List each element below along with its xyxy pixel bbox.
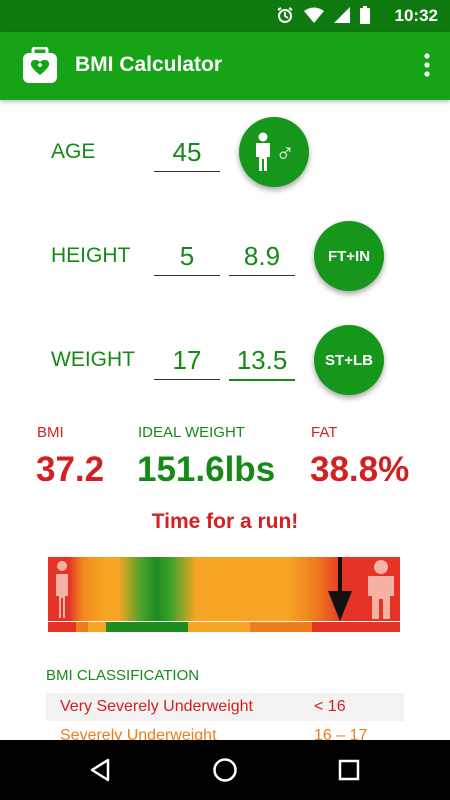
- classification-row: Very Severely Underweight < 16: [46, 693, 404, 721]
- battery-icon: [360, 6, 370, 24]
- height-label: HEIGHT: [51, 244, 131, 267]
- classification-range: < 16: [314, 698, 346, 715]
- height-inches-input[interactable]: 8.9: [229, 237, 295, 276]
- scale-segment: [48, 622, 76, 632]
- scale-segment: [76, 622, 88, 632]
- scale-segment: [312, 622, 400, 632]
- status-bar: 10:32: [0, 0, 450, 32]
- ideal-weight-label: IDEAL WEIGHT: [138, 424, 245, 441]
- more-vert-icon[interactable]: [422, 50, 432, 80]
- gender-button[interactable]: ♂: [239, 117, 309, 187]
- fat-label: FAT: [311, 424, 338, 441]
- height-unit-button[interactable]: FT+IN: [314, 221, 384, 291]
- thin-person-icon: [56, 561, 68, 618]
- scale-segment: [88, 622, 106, 632]
- app-bar: BMI Calculator: [0, 32, 450, 100]
- male-person-icon: [256, 132, 271, 171]
- status-icons: [276, 6, 370, 24]
- back-icon[interactable]: [88, 758, 112, 782]
- weight-label: WEIGHT: [51, 348, 135, 371]
- male-symbol: ♂: [275, 136, 295, 167]
- bmi-label: BMI: [37, 424, 64, 441]
- weight-unit-button[interactable]: ST+LB: [314, 325, 384, 395]
- classification-name: Very Severely Underweight: [60, 698, 253, 715]
- fat-value: 38.8%: [310, 450, 410, 489]
- weight-pounds-input[interactable]: 13.5: [229, 341, 295, 381]
- recents-icon[interactable]: [338, 759, 360, 781]
- cell-signal-icon: [334, 7, 350, 23]
- app-title: BMI Calculator: [75, 53, 223, 76]
- status-time: 10:32: [394, 6, 438, 25]
- classification-title: BMI CLASSIFICATION: [46, 667, 200, 684]
- home-icon[interactable]: [212, 757, 238, 783]
- scale-segment: [106, 622, 188, 632]
- down-arrow-icon: [328, 557, 353, 621]
- ideal-weight-value: 151.6lbs: [137, 450, 276, 489]
- height-feet-input[interactable]: 5: [154, 237, 220, 276]
- alarm-icon: [277, 7, 293, 23]
- bmi-value: 37.2: [36, 450, 105, 489]
- weight-stones-input[interactable]: 17: [154, 341, 220, 380]
- heavy-person-icon: [368, 560, 394, 619]
- result-message: Time for a run!: [151, 510, 299, 533]
- age-input[interactable]: 45: [154, 133, 220, 172]
- medical-kit-icon: [23, 47, 57, 83]
- scale-segment: [188, 622, 250, 632]
- scale-segment: [250, 622, 312, 632]
- age-label: AGE: [51, 140, 96, 163]
- navigation-bar: [0, 740, 450, 800]
- wifi-icon: [304, 7, 324, 23]
- bmi-scale: [48, 622, 400, 632]
- bmi-gauge: [48, 557, 400, 621]
